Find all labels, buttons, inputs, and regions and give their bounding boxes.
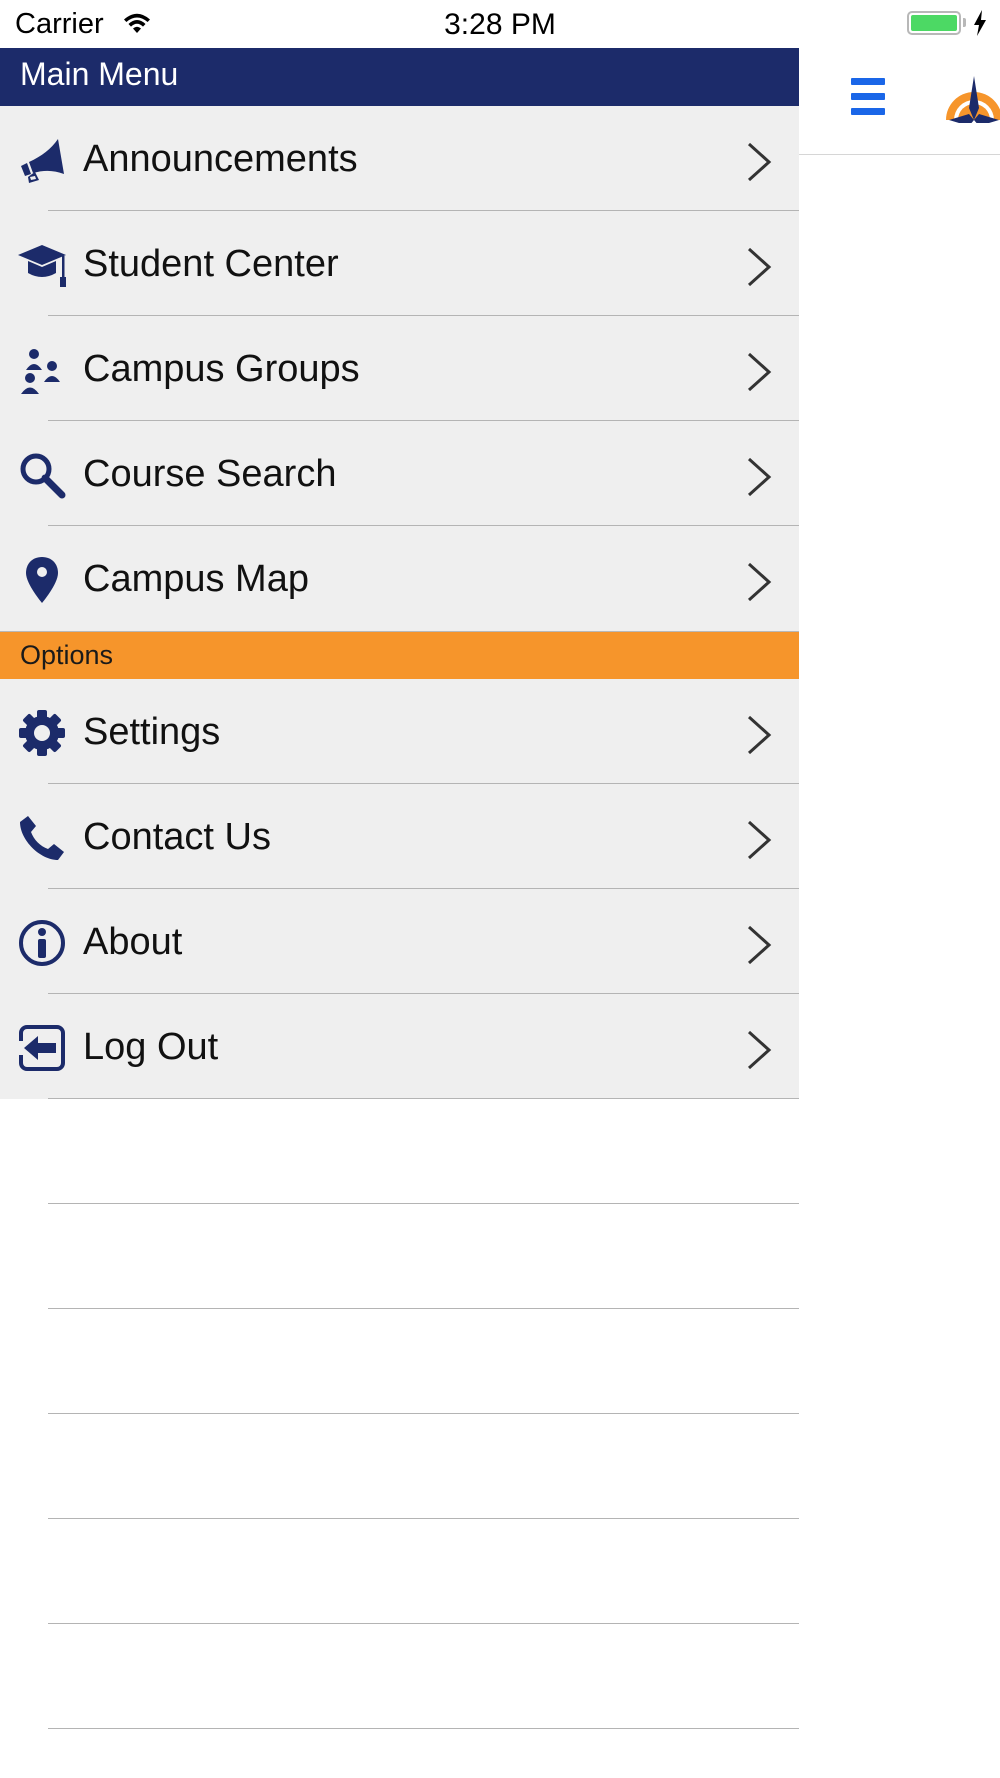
graduation-cap-icon xyxy=(18,241,66,289)
menu-item-label: Campus Groups xyxy=(83,348,360,390)
side-drawer: Main Menu Announcements Student Center C… xyxy=(0,48,799,1778)
menu-item-course-search[interactable]: Course Search xyxy=(0,421,799,526)
map-pin-icon xyxy=(18,556,66,604)
chevron-right-icon xyxy=(746,352,772,392)
menu-item-campus-map[interactable]: Campus Map xyxy=(0,526,799,631)
search-icon xyxy=(18,451,66,499)
menu-item-student-center[interactable]: Student Center xyxy=(0,211,799,316)
empty-row xyxy=(0,1204,799,1309)
menu-item-contact-us[interactable]: Contact Us xyxy=(0,784,799,889)
menu-item-label: Student Center xyxy=(83,243,339,285)
menu-item-about[interactable]: About xyxy=(0,889,799,994)
empty-row xyxy=(0,1414,799,1519)
charging-bolt-icon xyxy=(973,10,987,41)
options-header: Options xyxy=(0,631,799,679)
empty-row xyxy=(0,1309,799,1414)
chevron-right-icon xyxy=(746,247,772,287)
chevron-right-icon xyxy=(746,142,772,182)
menu-item-label: Course Search xyxy=(83,453,337,495)
main-app-header xyxy=(799,48,1000,155)
chevron-right-icon xyxy=(746,925,772,965)
menu-item-label: About xyxy=(83,921,183,963)
status-bar: Carrier 3:28 PM xyxy=(0,0,1000,48)
gear-icon xyxy=(18,709,66,757)
empty-row xyxy=(0,1099,799,1204)
chevron-right-icon xyxy=(746,457,772,497)
users-group-icon xyxy=(18,346,66,394)
menu-item-label: Campus Map xyxy=(83,558,309,600)
battery-icon xyxy=(907,11,961,35)
menu-item-label: Announcements xyxy=(83,138,358,180)
chevron-right-icon xyxy=(746,820,772,860)
menu-item-announcements[interactable]: Announcements xyxy=(0,106,799,211)
menu-item-label: Settings xyxy=(83,711,221,753)
battery-tip xyxy=(963,18,966,27)
megaphone-icon xyxy=(18,136,66,184)
chevron-right-icon xyxy=(746,562,772,602)
chevron-right-icon xyxy=(746,715,772,755)
info-icon xyxy=(18,919,66,967)
hamburger-menu-icon[interactable] xyxy=(851,78,885,116)
menu-item-campus-groups[interactable]: Campus Groups xyxy=(0,316,799,421)
phone-icon xyxy=(18,814,66,862)
main-menu-header: Main Menu xyxy=(0,48,799,106)
menu-item-log-out[interactable]: Log Out xyxy=(0,994,799,1099)
log-out-icon xyxy=(18,1024,66,1072)
empty-row xyxy=(0,1624,799,1729)
menu-item-settings[interactable]: Settings xyxy=(0,679,799,784)
menu-item-label: Contact Us xyxy=(83,816,271,858)
menu-item-label: Log Out xyxy=(83,1026,219,1068)
chevron-right-icon xyxy=(746,1030,772,1070)
empty-row xyxy=(0,1519,799,1624)
compass-sun-logo-icon xyxy=(929,68,1000,148)
clock: 3:28 PM xyxy=(444,8,556,41)
